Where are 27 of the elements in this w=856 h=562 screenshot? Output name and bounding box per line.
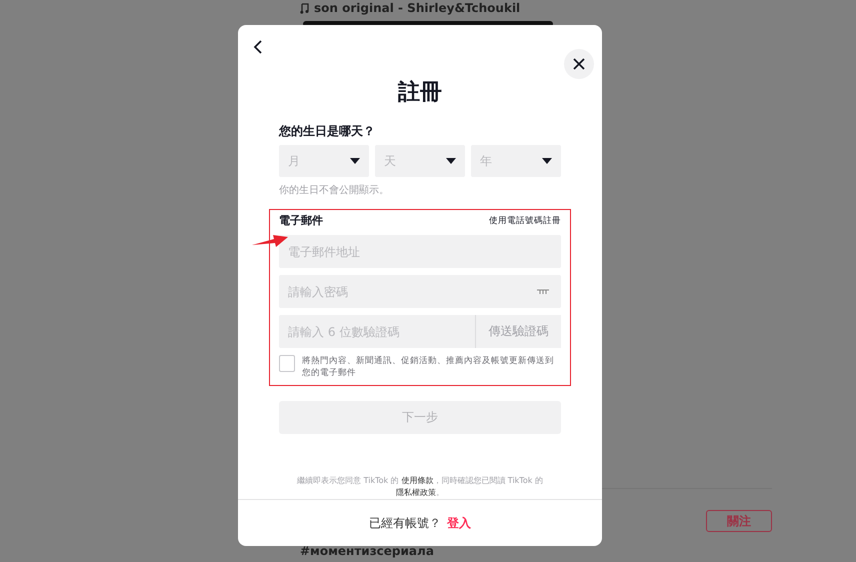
newsletter-label: 將熱門內容、新聞通訊、促銷活動、推薦內容及帳號更新傳送到您的電子郵件: [302, 355, 555, 379]
send-code-button[interactable]: 傳送驗證碼: [476, 315, 561, 348]
close-button[interactable]: [564, 49, 594, 79]
terms-text: 繼續即表示您同意 TikTok 的 使用條款，同時確認您已閱讀 TikTok 的隱私權政策。: [296, 475, 544, 499]
follow-button[interactable]: 關注: [706, 510, 772, 532]
birthday-select[interactable]: 月: [279, 145, 369, 177]
close-icon: [573, 58, 585, 70]
dialog-title: 註冊: [396, 79, 443, 107]
birthday-label: 您的生日是哪天？: [279, 123, 376, 140]
music-note-icon: [300, 2, 309, 14]
birthday-select[interactable]: 年: [471, 145, 561, 177]
account-question: 已經有帳號？: [369, 514, 441, 532]
newsletter-checkbox[interactable]: [279, 355, 295, 372]
caret-icon: [542, 158, 552, 164]
code-field[interactable]: 請輸入 6 位數驗證碼: [279, 315, 476, 348]
birthday-hint: 你的生日不會公開顯示。: [279, 184, 390, 197]
login-link[interactable]: 登入: [447, 514, 471, 532]
phone-signup-link[interactable]: 使用電話號碼註冊: [489, 214, 561, 226]
email-label: 電子郵件: [279, 213, 323, 228]
hashtag: #моментизсериала: [300, 544, 434, 558]
caret-icon: [350, 158, 360, 164]
song-title: son original - Shirley&Tchoukil: [314, 1, 520, 15]
birthday-select[interactable]: 天: [375, 145, 465, 177]
email-field[interactable]: 電子郵件地址: [279, 235, 561, 268]
back-icon[interactable]: [252, 39, 264, 55]
caret-icon: [446, 158, 456, 164]
password-field[interactable]: 請輸入密碼: [279, 275, 561, 308]
